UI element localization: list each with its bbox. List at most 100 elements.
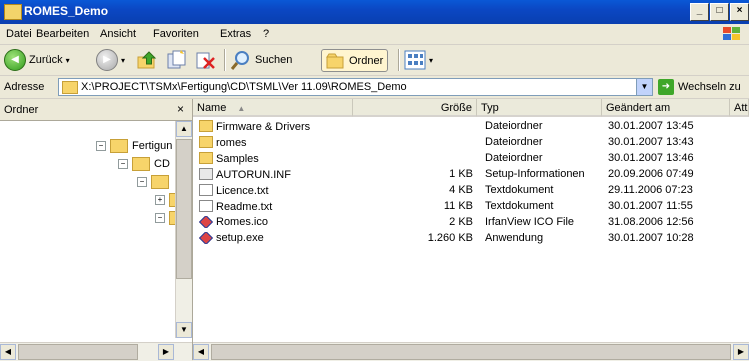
file-type: Dateiordner	[485, 120, 543, 132]
close-button[interactable]: ×	[730, 3, 749, 21]
collapse-icon[interactable]: −	[96, 141, 106, 151]
file-row[interactable]: romes Dateiordner 30.01.2007 13:43	[193, 135, 749, 151]
menu-extras[interactable]: Extras	[220, 28, 251, 40]
scroll-left-button[interactable]: ◀	[193, 344, 209, 360]
up-folder-button[interactable]	[136, 48, 158, 72]
file-row[interactable]: Samples Dateiordner 30.01.2007 13:46	[193, 151, 749, 167]
column-header-modified[interactable]: Geändert am	[602, 99, 730, 117]
address-label: Adresse	[4, 81, 45, 93]
folder-icon	[199, 152, 213, 164]
file-row[interactable]: Licence.txt 4 KB Textdokument 29.11.2006…	[193, 183, 749, 199]
chevron-down-icon: ▾	[121, 55, 126, 65]
file-row[interactable]: AUTORUN.INF 1 KB Setup-Informationen 20.…	[193, 167, 749, 183]
file-modified: 29.11.2006 07:23	[608, 184, 693, 196]
tree-node[interactable]: −	[155, 211, 177, 225]
file-modified: 31.08.2006 12:56	[608, 216, 694, 228]
scroll-thumb[interactable]	[18, 344, 138, 360]
address-dropdown-button[interactable]: ▼	[636, 79, 652, 95]
file-row[interactable]: Firmware & Drivers Dateiordner 30.01.200…	[193, 119, 749, 135]
title-bar[interactable]: ROMES_Demo _ □ ×	[0, 0, 749, 24]
scroll-down-button[interactable]: ▼	[176, 322, 192, 338]
folder-pane-close-button[interactable]: ×	[177, 102, 184, 116]
file-name: Licence.txt	[216, 185, 269, 197]
column-header-label: Größe	[440, 102, 472, 114]
file-modified: 30.01.2007 11:55	[608, 200, 693, 212]
file-list: Name ▲ Größe Typ Geändert am Attr Firmwa…	[193, 99, 749, 342]
copy-to-button[interactable]	[166, 48, 188, 72]
menu-help[interactable]: ?	[263, 28, 269, 40]
back-label: Zurück	[29, 54, 63, 66]
file-modified: 30.01.2007 10:28	[608, 232, 694, 244]
file-name: Romes.ico	[216, 216, 268, 228]
expand-icon[interactable]: +	[155, 195, 165, 205]
file-modified: 30.01.2007 13:45	[608, 120, 694, 132]
views-button[interactable]: ▾	[404, 48, 433, 72]
go-arrow-icon: ➜	[658, 79, 674, 95]
maximize-button[interactable]: □	[710, 3, 729, 21]
column-header-label: Typ	[481, 102, 499, 114]
file-list-horizontal-scrollbar[interactable]: ◀ ▶	[193, 342, 749, 361]
forward-button[interactable]: ▾	[96, 48, 125, 72]
scroll-left-button[interactable]: ◀	[0, 344, 16, 360]
column-header-type[interactable]: Typ	[477, 99, 602, 117]
delete-button[interactable]	[194, 48, 216, 72]
column-header-name[interactable]: Name ▲	[193, 99, 353, 117]
tree-node[interactable]: −	[137, 175, 169, 189]
folder-icon	[62, 81, 78, 94]
file-row[interactable]: Readme.txt 11 KB Textdokument 30.01.2007…	[193, 199, 749, 215]
collapse-icon[interactable]: −	[155, 213, 165, 223]
column-header-size[interactable]: Größe	[353, 99, 477, 117]
column-header-label: Geändert am	[606, 102, 671, 114]
folder-pane-title: Ordner	[4, 104, 39, 116]
file-row[interactable]: setup.exe 1.260 KB Anwendung 30.01.2007 …	[193, 231, 749, 247]
menu-bearbeiten[interactable]: Bearbeiten	[36, 28, 89, 40]
delete-icon	[196, 52, 215, 69]
file-type: Anwendung	[485, 232, 544, 244]
scroll-right-button[interactable]: ▶	[158, 344, 174, 360]
column-header-attributes[interactable]: Attr	[730, 99, 749, 117]
file-type: Textdokument	[485, 184, 554, 196]
tree-node[interactable]: +	[155, 193, 177, 207]
address-input[interactable]: X:\PROJECT\TSMx\Fertigung\CD\TSML\Ver 11…	[58, 78, 653, 96]
menu-favoriten[interactable]: Favoriten	[153, 28, 199, 40]
address-path: X:\PROJECT\TSMx\Fertigung\CD\TSML\Ver 11…	[81, 81, 407, 93]
column-header-label: Name	[197, 102, 227, 114]
folder-icon	[199, 136, 213, 148]
file-type: Dateiordner	[485, 136, 543, 148]
tree-node-cd[interactable]: − CD	[118, 157, 170, 171]
tree-node-fertigung[interactable]: − Fertigun	[96, 139, 172, 153]
file-row[interactable]: Romes.ico 2 KB IrfanView ICO File 31.08.…	[193, 215, 749, 231]
menu-datei[interactable]: Datei	[6, 28, 32, 40]
menu-ansicht[interactable]: Ansicht	[100, 28, 136, 40]
folder-pane-vertical-scrollbar[interactable]: ▲ ▼	[175, 121, 192, 338]
search-button[interactable]: Suchen	[230, 48, 292, 72]
windows-logo-icon	[723, 27, 740, 40]
folder-pane: Ordner × − Fertigun − CD − + −	[0, 99, 193, 360]
exe-file-icon	[199, 232, 214, 244]
scroll-thumb[interactable]	[176, 139, 192, 279]
toolbar-separator	[224, 49, 225, 71]
minimize-button[interactable]: _	[690, 3, 709, 21]
tree-node-label: Fertigun	[132, 140, 173, 152]
scroll-thumb[interactable]	[211, 344, 731, 360]
go-button[interactable]: ➜ Wechseln zu	[658, 79, 741, 95]
folder-pane-header: Ordner ×	[0, 99, 192, 121]
collapse-icon[interactable]: −	[137, 177, 147, 187]
file-modified: 20.09.2006 07:49	[608, 168, 694, 180]
folders-button[interactable]: Ordner	[321, 49, 389, 72]
up-folder-icon	[137, 51, 157, 69]
folder-pane-horizontal-scrollbar[interactable]: ◀ ▶	[0, 342, 192, 361]
window-title: ROMES_Demo	[24, 4, 109, 18]
toolbar-separator	[398, 49, 399, 71]
back-button[interactable]: Zurück ▾	[4, 48, 70, 72]
text-file-icon	[199, 200, 213, 212]
file-name: Firmware & Drivers	[216, 121, 311, 133]
search-label: Suchen	[255, 54, 293, 66]
scroll-up-button[interactable]: ▲	[176, 121, 192, 137]
ico-file-icon	[199, 216, 214, 228]
file-name: Samples	[216, 153, 259, 165]
folder-icon	[110, 139, 128, 153]
views-icon	[404, 50, 426, 70]
scroll-right-button[interactable]: ▶	[733, 344, 749, 360]
collapse-icon[interactable]: −	[118, 159, 128, 169]
